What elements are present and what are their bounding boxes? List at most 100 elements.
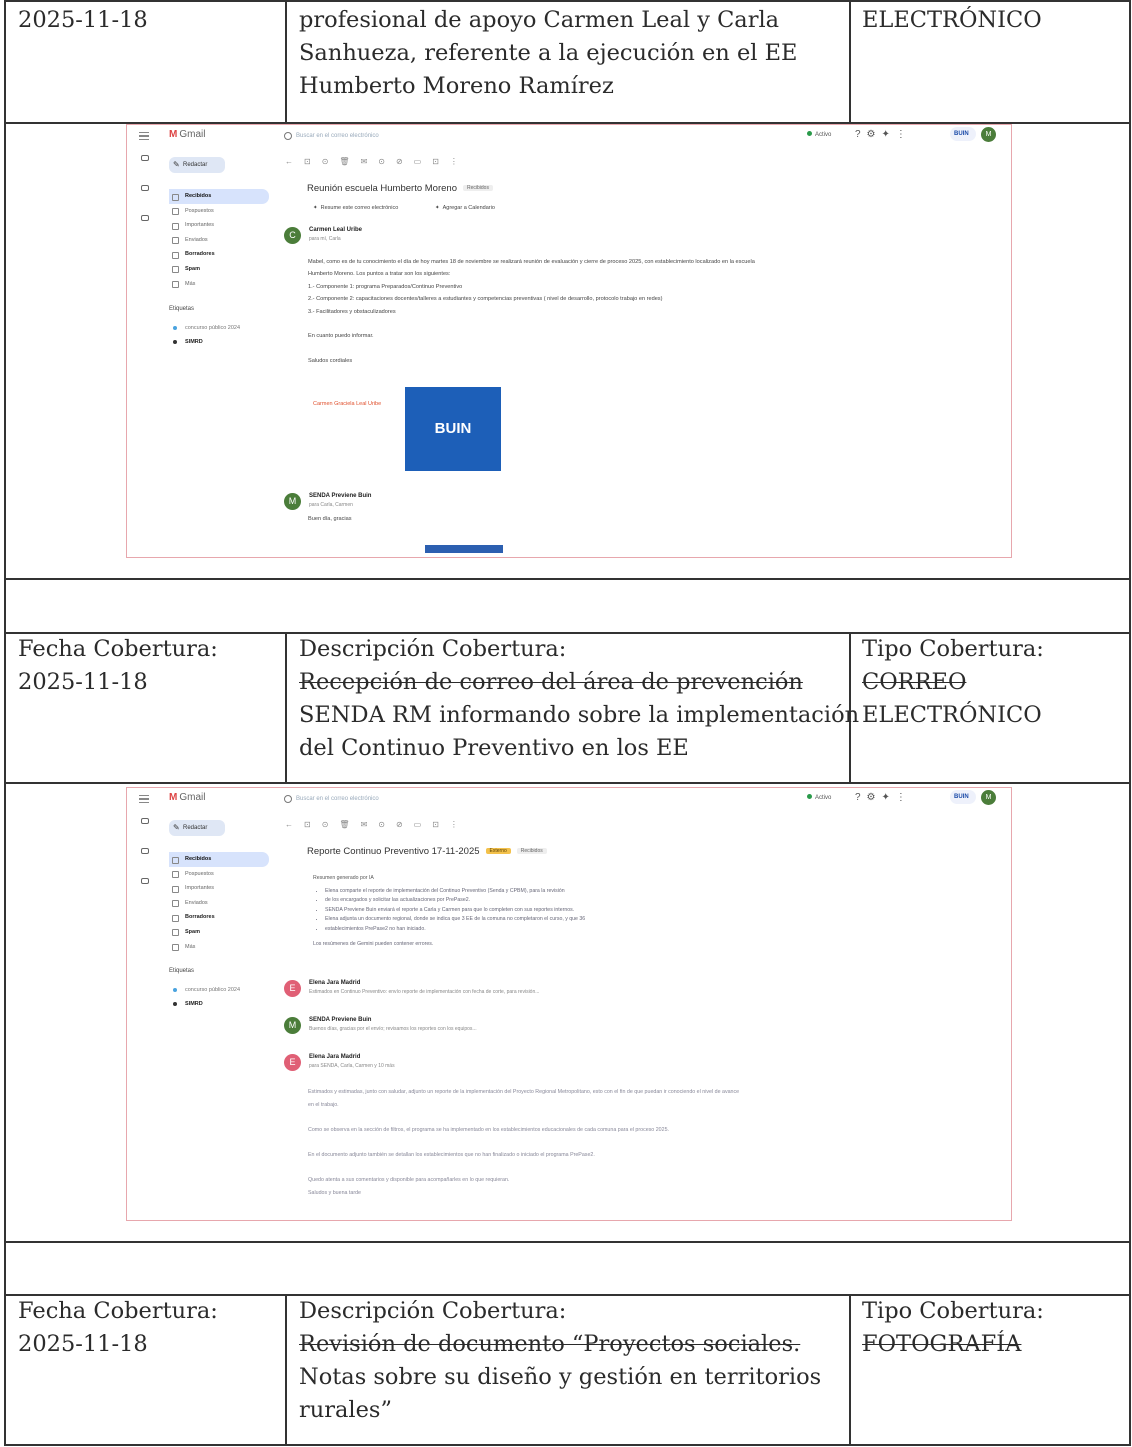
email-subject: Reporte Continuo Preventivo 17-11-2025 Ex…: [307, 846, 547, 857]
sender-name: Carmen Leal Uribe: [309, 227, 363, 233]
status-indicator: Activo: [807, 131, 831, 138]
table-border: [849, 1294, 851, 1446]
calendar-chip: Agregar a Calendario: [435, 205, 495, 211]
nav-item: Enviados: [169, 233, 269, 248]
coverage-document: 2025-11-18 profesional de apoyo Carmen L…: [4, 0, 1131, 1446]
nav-item: Spam: [169, 262, 269, 277]
side-rail: [135, 155, 155, 245]
summary-list: Elena comparte el reporte de implementac…: [313, 887, 643, 934]
thread-message: M SENDA Previene Buin Buenos días, graci…: [284, 1015, 884, 1035]
sender-name: Elena Jara Madrid: [309, 1054, 361, 1060]
avatar: M: [284, 493, 301, 510]
ai-summary: Resumen generado por IA Elena comparte e…: [313, 874, 643, 949]
message-preview: Estimados en Continuo Preventivo: envío …: [309, 989, 540, 995]
body-line: En el documento adjunto también se detal…: [308, 1151, 595, 1158]
side-rail: [135, 818, 155, 908]
message-toolbar: ←⊡⊙🗑✉⊙⊘▭⊡⋮: [285, 157, 469, 166]
body-line: Saludos cordiales: [308, 358, 353, 365]
descripcion-line: del Continuo Preventivo en los EE: [299, 735, 689, 761]
recipient-line: para Carla, Carmen: [309, 502, 353, 508]
summary-item: SENDA Previene Buin enviará el reporte a…: [325, 906, 643, 915]
tipo-label: Tipo Cobertura:: [862, 1298, 1044, 1324]
compose-button: Redactar: [169, 157, 225, 173]
search-input: Buscar en el correo electrónico: [282, 792, 602, 807]
labels-list: concurso público 2024 SIMRD: [169, 983, 269, 1011]
nav-item: Recibidos: [169, 852, 269, 867]
nav-item: Spam: [169, 925, 269, 940]
table-border: [4, 0, 6, 1446]
gmail-header: M Gmail Buscar en el correo electrónico A…: [127, 788, 1011, 812]
buin-logo: BUIN: [405, 387, 501, 471]
tipo-line: ELECTRÓNICO: [862, 702, 1042, 728]
descripcion-line: Revisión de documento “Proyectos sociale…: [299, 1331, 801, 1357]
body-line: [308, 318, 755, 330]
email-signature: Carmen Graciela Leal Uribe BUIN: [313, 387, 503, 472]
body-line: 3.- Facilitadores y obstaculizadores: [308, 308, 396, 315]
nav-item: Borradores: [169, 910, 269, 925]
message-preview: para SENDA, Carla, Carmen y 10 más: [309, 1063, 395, 1069]
body-line: [308, 343, 755, 355]
tipo-value: FOTOGRAFÍA: [862, 1331, 1022, 1357]
fecha-label: Fecha Cobertura:: [18, 636, 218, 662]
label-item: concurso público 2024: [169, 321, 269, 335]
descripcion-cell: Descripción Cobertura: Revisión de docum…: [299, 1295, 821, 1427]
sender-name: SENDA Previene Buin: [309, 493, 372, 499]
tipo-label: Tipo Cobertura:: [862, 636, 1044, 662]
inbox-tag: Recibidos: [462, 185, 493, 192]
descripcion-cell: profesional de apoyo Carmen Leal y Carla…: [299, 4, 797, 103]
nav-item: Importantes: [169, 218, 269, 233]
sender-name: SENDA Previene Buin: [309, 1017, 372, 1023]
header-icons: ?⚙✦⋮: [855, 792, 912, 803]
table-border: [4, 0, 1131, 2]
gmail-screenshot-1: M Gmail Buscar en el correo electrónico A…: [126, 124, 1012, 558]
table-border: [285, 0, 287, 123]
chat-rail-icon: [135, 848, 155, 878]
external-badge: Externo: [485, 848, 511, 855]
inbox-tag: Recibidos: [516, 848, 547, 855]
table-border: [849, 0, 851, 123]
body-line: Como se observa en la sección de filtros…: [308, 1126, 669, 1133]
summary-chip: Resume este correo electrónico: [313, 205, 399, 211]
descripcion-label: Descripción Cobertura:: [299, 636, 567, 662]
nav-item: Enviados: [169, 896, 269, 911]
body-line: Mabel, como es de tu conocimiento el día…: [308, 259, 755, 265]
descripcion-line: Sanhueza, referente a la ejecución en el…: [299, 40, 798, 66]
tipo-line: CORREO: [862, 669, 967, 695]
fecha-cell: Fecha Cobertura: 2025-11-18: [18, 1295, 218, 1361]
search-input: Buscar en el correo electrónico: [282, 129, 602, 144]
gmail-header: M Gmail Buscar en el correo electrónico A…: [127, 125, 1011, 149]
gmail-nav: Recibidos Pospuestos Importantes Enviado…: [169, 852, 269, 954]
summary-item: de los encargados y solicitar las actual…: [325, 896, 643, 905]
message-toolbar: ←⊡⊙🗑✉⊙⊘▭⊡⋮: [285, 820, 469, 829]
body-line: Estimados y estimadas, junto con saludar…: [308, 1089, 740, 1095]
summary-item: Elena comparte el reporte de implementac…: [325, 887, 643, 896]
fecha-cell: Fecha Cobertura: 2025-11-18: [18, 633, 218, 699]
labels-heading: Etiquetas: [169, 968, 195, 974]
body-line: en el trabajo.: [308, 1101, 339, 1108]
summary-item: Elena adjunta un documento regional, don…: [325, 915, 643, 924]
avatar: M: [981, 127, 996, 142]
sender-name: Elena Jara Madrid: [309, 980, 361, 986]
labels-list: concurso público 2024 SIMRD: [169, 321, 269, 349]
sender-row: C Carmen Leal Uribe para mí, Carla: [284, 225, 884, 245]
summary-footer: Los resúmenes de Gemini pueden contener …: [313, 941, 434, 947]
descripcion-line: Recepción de correo del área de prevenci…: [299, 669, 803, 695]
mail-rail-icon: [135, 155, 155, 185]
email-body: Mabel, como es de tu conocimiento el día…: [308, 256, 755, 368]
gmail-logo: M Gmail: [169, 129, 206, 140]
compose-button: Redactar: [169, 820, 225, 836]
body-line: En cuanto puedo informar.: [308, 333, 374, 340]
thread-message: E Elena Jara Madrid Estimados en Continu…: [284, 978, 884, 998]
chat-rail-icon: [135, 185, 155, 215]
body-line: 1.- Componente 1: programa Preparados/Co…: [308, 283, 463, 290]
body-line: Saludos y buena tarde: [308, 1189, 362, 1196]
thread-message: E Elena Jara Madrid para SENDA, Carla, C…: [284, 1052, 884, 1072]
nav-item: Pospuestos: [169, 867, 269, 882]
nav-item: Importantes: [169, 881, 269, 896]
table-border: [285, 1294, 287, 1446]
account-badge: BUIN: [950, 790, 976, 804]
gmail-logo: M Gmail: [169, 792, 206, 803]
meet-rail-icon: [135, 215, 155, 245]
table-border: [4, 1444, 1131, 1446]
descripcion-line: rurales”: [299, 1397, 392, 1423]
